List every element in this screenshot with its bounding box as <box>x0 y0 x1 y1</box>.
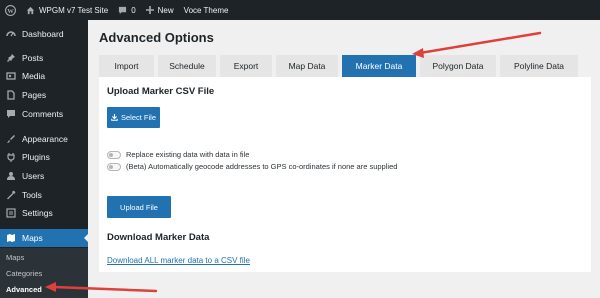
sidebar-item-posts[interactable]: Posts <box>0 49 88 67</box>
sidebar-item-label: Posts <box>22 53 44 63</box>
tab-map-data[interactable]: Map Data <box>276 55 338 77</box>
tab-polyline-data[interactable]: Polyline Data <box>500 55 578 77</box>
replace-data-toggle[interactable] <box>107 150 121 159</box>
submenu-item-advanced[interactable]: Advanced <box>6 285 42 294</box>
tab-schedule[interactable]: Schedule <box>158 55 216 77</box>
replace-data-label: Replace existing data with data in file <box>126 150 250 159</box>
tab-export[interactable]: Export <box>220 55 272 77</box>
map-icon <box>6 233 16 243</box>
sidebar-item-settings[interactable]: Settings <box>0 204 88 222</box>
geocode-option[interactable]: (Beta) Automatically geocode addresses t… <box>107 162 397 171</box>
sidebar-item-label: Settings <box>22 208 53 218</box>
comments-link[interactable]: 0 <box>113 0 140 20</box>
settings-icon <box>6 208 16 218</box>
sidebar-item-label: Comments <box>22 109 64 119</box>
page-icon <box>6 90 16 100</box>
sidebar-item-maps[interactable]: Maps <box>0 229 88 247</box>
page-title: Advanced Options <box>99 30 214 45</box>
download-icon <box>111 114 118 121</box>
active-menu-notch <box>84 234 88 242</box>
sidebar-item-appearance[interactable]: Appearance <box>0 130 88 148</box>
upload-heading: Upload Marker CSV File <box>107 86 215 97</box>
upload-file-button[interactable]: Upload File <box>107 196 171 218</box>
new-label: New <box>157 5 174 15</box>
sidebar-item-label: Users <box>22 171 45 181</box>
site-name-link[interactable]: WPGM v7 Test Site <box>21 0 113 20</box>
plus-icon <box>145 6 154 14</box>
select-file-label: Select File <box>120 113 156 122</box>
submenu-item-categories[interactable]: Categories <box>6 269 42 278</box>
select-file-button[interactable]: Select File <box>107 107 160 128</box>
sidebar-item-media[interactable]: Media <box>0 67 88 85</box>
dashboard-icon <box>6 29 16 39</box>
sidebar-item-label: Tools <box>22 190 42 200</box>
geocode-toggle[interactable] <box>107 162 121 171</box>
sidebar-item-label: Appearance <box>22 134 68 144</box>
sidebar-item-comments[interactable]: Comments <box>0 105 88 123</box>
sidebar-item-label: Media <box>22 71 46 81</box>
download-heading: Download Marker Data <box>107 232 210 243</box>
sidebar-item-tools[interactable]: Tools <box>0 186 88 204</box>
admin-bar: W WPGM v7 Test Site 0 New Voce Theme <box>0 0 600 20</box>
sidebar-item-dashboard[interactable]: Dashboard <box>0 25 88 43</box>
site-name: WPGM v7 Test Site <box>39 5 109 15</box>
theme-link[interactable]: Voce Theme <box>179 0 234 20</box>
theme-label: Voce Theme <box>183 5 229 15</box>
tab-polygon-data[interactable]: Polygon Data <box>420 55 496 77</box>
download-csv-link[interactable]: Download ALL marker data to a CSV file <box>107 256 250 265</box>
wrench-icon <box>6 190 16 200</box>
plugin-icon <box>6 152 16 162</box>
wp-logo-icon[interactable]: W <box>0 0 21 20</box>
sidebar-item-label: Pages <box>22 90 47 100</box>
submenu-item-maps[interactable]: Maps <box>6 253 24 262</box>
comment-icon <box>6 109 16 119</box>
upload-file-label: Upload File <box>120 202 158 212</box>
sidebar-item-plugins[interactable]: Plugins <box>0 148 88 166</box>
sidebar-item-label: Plugins <box>22 152 50 162</box>
media-icon <box>6 71 16 81</box>
maps-submenu: Maps Categories Advanced <box>0 248 88 298</box>
sidebar-item-users[interactable]: Users <box>0 167 88 185</box>
sidebar-item-label: Maps <box>22 233 43 243</box>
new-content-link[interactable]: New <box>141 0 179 20</box>
tab-marker-data[interactable]: Marker Data <box>342 55 416 77</box>
comment-bubble-icon <box>119 6 127 14</box>
comments-count: 0 <box>131 5 136 15</box>
home-icon <box>26 6 35 14</box>
user-icon <box>6 171 16 181</box>
geocode-label: (Beta) Automatically geocode addresses t… <box>126 162 398 171</box>
svg-text:W: W <box>7 7 14 14</box>
admin-sidebar: Dashboard Posts Media Pages Comments App… <box>0 20 88 298</box>
replace-data-option[interactable]: Replace existing data with data in file <box>107 150 249 159</box>
sidebar-item-pages[interactable]: Pages <box>0 86 88 104</box>
tab-import[interactable]: Import <box>99 55 154 77</box>
pin-icon <box>6 53 16 63</box>
sidebar-item-label: Dashboard <box>22 29 64 39</box>
brush-icon <box>6 134 16 144</box>
